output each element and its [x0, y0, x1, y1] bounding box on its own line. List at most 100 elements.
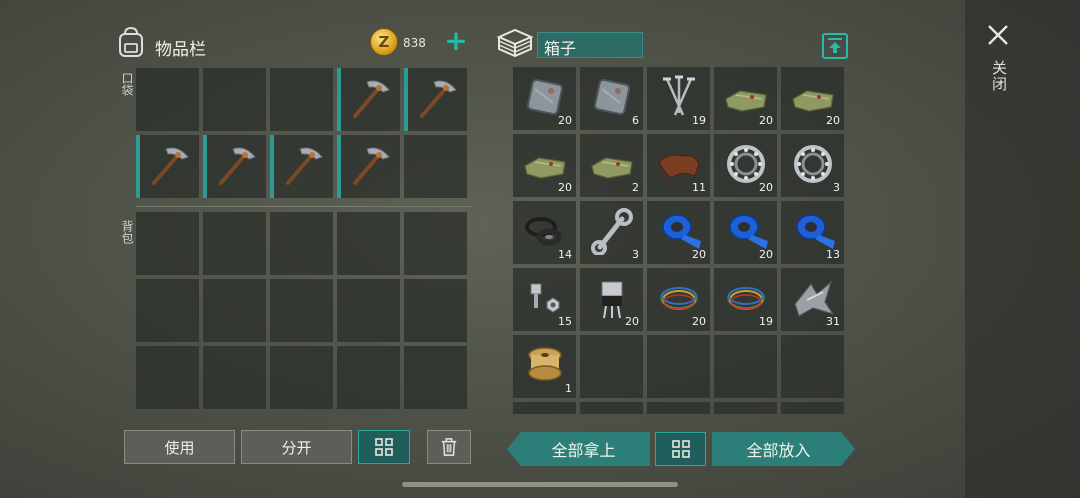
chest-title: 箱子 — [537, 32, 643, 58]
pocket-slot[interactable] — [337, 135, 400, 198]
pocket-slot[interactable] — [203, 68, 266, 131]
chest-slot[interactable]: 20 — [513, 134, 576, 197]
chest-slot[interactable]: 15 — [513, 268, 576, 331]
item-count: 31 — [826, 315, 840, 328]
wire-spool-icon — [528, 347, 562, 381]
pickaxe-icon — [152, 147, 189, 185]
add-coins-button[interactable]: + — [443, 27, 469, 55]
inventory-title: 物品栏 — [155, 40, 206, 60]
grid-sort-icon — [671, 440, 690, 458]
item-count: 3 — [833, 181, 840, 194]
chest-slot[interactable]: 20 — [647, 268, 710, 331]
backpack-slot[interactable] — [270, 212, 333, 275]
item-count: 20 — [692, 315, 706, 328]
chest-slot[interactable]: 14 — [513, 201, 576, 264]
chest-slot[interactable]: 20 — [781, 67, 844, 130]
coin-icon: Z — [370, 28, 398, 56]
backpack-slot[interactable] — [136, 279, 199, 342]
backpack-slot[interactable] — [404, 346, 467, 409]
chest-slot[interactable] — [647, 335, 710, 398]
trash-button[interactable] — [427, 430, 471, 464]
chest-sort-button[interactable] — [655, 432, 706, 466]
chest-slot[interactable]: 19 — [714, 268, 777, 331]
home-indicator[interactable] — [402, 482, 678, 487]
pocket-slot[interactable] — [404, 135, 467, 198]
pocket-slot[interactable] — [404, 68, 467, 131]
pocket-grid — [136, 68, 467, 198]
item-count: 6 — [632, 114, 639, 127]
close-icon[interactable] — [985, 22, 1011, 48]
upload-button[interactable] — [822, 33, 848, 59]
metal-plate-icon — [593, 78, 631, 116]
grid-sort-icon — [375, 438, 393, 456]
chest-slot[interactable] — [781, 402, 844, 414]
pickaxe-icon — [353, 80, 390, 118]
chest-slot[interactable]: 20 — [714, 134, 777, 197]
put-all-button[interactable]: 全部放入 — [712, 432, 855, 466]
backpack-slot[interactable] — [136, 212, 199, 275]
item-count: 11 — [692, 181, 706, 194]
backpack-slot[interactable] — [136, 346, 199, 409]
upload-icon — [828, 38, 842, 53]
chest-slot[interactable] — [580, 335, 643, 398]
pickaxe-icon — [286, 147, 323, 185]
item-count: 19 — [692, 114, 706, 127]
chest-slot[interactable]: 20 — [714, 67, 777, 130]
chest-slot[interactable] — [580, 402, 643, 414]
chest-slot[interactable]: 11 — [647, 134, 710, 197]
pocket-slot[interactable] — [136, 135, 199, 198]
pickaxe-icon — [353, 147, 390, 185]
backpack-slot[interactable] — [203, 279, 266, 342]
chest-slot[interactable] — [647, 402, 710, 414]
chest-slot[interactable] — [714, 402, 777, 414]
item-count: 20 — [558, 114, 572, 127]
chest-slot[interactable]: 6 — [580, 67, 643, 130]
use-button[interactable]: 使用 — [124, 430, 235, 464]
pocket-slot[interactable] — [136, 68, 199, 131]
pocket-slot[interactable] — [270, 68, 333, 131]
chest-slot[interactable]: 20 — [647, 201, 710, 264]
take-all-button[interactable]: 全部拿上 — [507, 432, 650, 466]
sort-button[interactable] — [358, 430, 410, 464]
backpack-slot[interactable] — [404, 212, 467, 275]
item-count: 20 — [692, 248, 706, 261]
item-count: 20 — [759, 248, 773, 261]
chest-slot[interactable] — [513, 402, 576, 414]
pocket-slot[interactable] — [270, 135, 333, 198]
pickaxe-icon — [219, 147, 256, 185]
backpack-slot[interactable] — [337, 279, 400, 342]
chest-slot[interactable]: 20 — [580, 268, 643, 331]
item-count: 20 — [558, 181, 572, 194]
backpack-slot[interactable] — [337, 212, 400, 275]
backpack-slot[interactable] — [203, 212, 266, 275]
section-divider — [136, 206, 471, 207]
chest-slot[interactable]: 2 — [580, 134, 643, 197]
cloth-icon — [591, 157, 633, 179]
backpack-slot[interactable] — [270, 346, 333, 409]
chest-slot[interactable]: 20 — [714, 201, 777, 264]
backpack-slot[interactable] — [337, 346, 400, 409]
split-button[interactable]: 分开 — [241, 430, 352, 464]
chest-slot[interactable] — [781, 335, 844, 398]
backpack-label: 背包 — [120, 220, 134, 244]
item-count: 20 — [759, 181, 773, 194]
chest-slot[interactable]: 3 — [580, 201, 643, 264]
chest-slot[interactable]: 20 — [513, 67, 576, 130]
backpack-slot[interactable] — [270, 279, 333, 342]
chest-slot[interactable]: 13 — [781, 201, 844, 264]
pickaxe-icon — [420, 80, 457, 118]
pocket-slot[interactable] — [203, 135, 266, 198]
item-count: 19 — [759, 315, 773, 328]
backpack-slot[interactable] — [404, 279, 467, 342]
backpack-slot[interactable] — [203, 346, 266, 409]
chest-slot[interactable]: 1 — [513, 335, 576, 398]
wrench-icon — [591, 208, 633, 255]
chest-slot[interactable] — [714, 335, 777, 398]
chest-slot[interactable]: 31 — [781, 268, 844, 331]
pocket-slot[interactable] — [337, 68, 400, 131]
coin-symbol: Z — [378, 33, 390, 51]
item-count: 20 — [759, 114, 773, 127]
chest-slot[interactable]: 19 — [647, 67, 710, 130]
chest-slot[interactable]: 3 — [781, 134, 844, 197]
close-label[interactable]: 关闭 — [989, 60, 1010, 92]
